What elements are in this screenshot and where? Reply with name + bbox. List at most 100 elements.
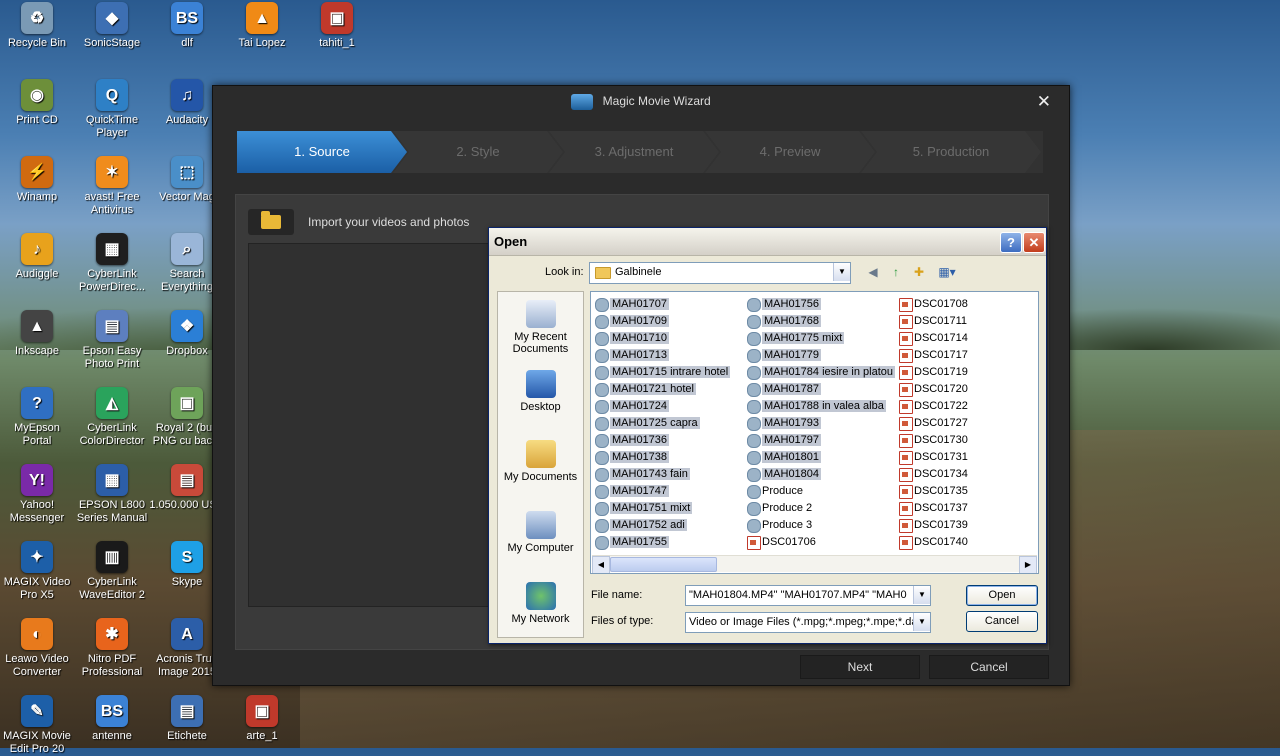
file-item[interactable]: MAH01755 — [593, 534, 730, 551]
desktop-icon-cyberlink-colordirector[interactable]: ◭ CyberLink ColorDirector — [74, 387, 150, 448]
file-item[interactable]: DSC01737 — [897, 500, 968, 517]
file-item[interactable]: DSC01714 — [897, 330, 968, 347]
desktop-icon-recycle-bin[interactable]: ♻ Recycle Bin — [0, 2, 75, 50]
file-item[interactable]: MAH01709 — [593, 313, 730, 330]
file-item[interactable]: MAH01715 intrare hotel — [593, 364, 731, 381]
desktop-icon-etichete[interactable]: ▤ Etichete — [149, 695, 225, 743]
file-item[interactable]: MAH01788 in valea alba — [745, 398, 895, 415]
view-menu-icon[interactable]: ▦▾ — [935, 264, 959, 280]
file-item[interactable]: MAH01721 hotel — [593, 381, 730, 398]
step-production[interactable]: 5. Production — [861, 131, 1041, 173]
file-item[interactable]: DSC01706 — [745, 534, 895, 551]
file-name-input[interactable]: "MAH01804.MP4" "MAH01707.MP4" "MAH0 ▼ — [685, 585, 931, 606]
import-media-button[interactable] — [248, 209, 294, 235]
file-item[interactable]: MAH01793 — [745, 415, 895, 432]
next-button[interactable]: Next — [800, 655, 920, 679]
file-item[interactable]: Produce 3 — [745, 517, 895, 534]
desktop-icon-audiggle[interactable]: ♪ Audiggle — [0, 233, 75, 281]
file-item[interactable]: MAH01752 adi — [593, 517, 730, 534]
desktop-icon-avast-free-antivirus[interactable]: ✶ avast! Free Antivirus — [74, 156, 150, 217]
file-item[interactable]: MAH01747 — [593, 483, 730, 500]
file-item[interactable]: DSC01722 — [897, 398, 968, 415]
file-item[interactable]: Produce — [745, 483, 895, 500]
place-my-documents[interactable]: My Documents — [498, 440, 583, 483]
scroll-left-icon[interactable]: ◀ — [592, 556, 610, 573]
file-item[interactable]: DSC01719 — [897, 364, 968, 381]
file-item[interactable]: DSC01735 — [897, 483, 968, 500]
chevron-down-icon[interactable]: ▼ — [833, 263, 850, 281]
desktop-icon-dlf[interactable]: BS dlf — [149, 2, 225, 50]
desktop-icon-print-cd[interactable]: ◉ Print CD — [0, 79, 75, 127]
file-item[interactable]: MAH01710 — [593, 330, 730, 347]
file-item[interactable]: MAH01779 — [745, 347, 895, 364]
file-item[interactable]: MAH01768 — [745, 313, 895, 330]
file-item[interactable]: MAH01751 mixt — [593, 500, 730, 517]
new-folder-icon[interactable]: ✚ — [911, 264, 927, 280]
file-item[interactable]: MAH01736 — [593, 432, 730, 449]
file-item[interactable]: DSC01720 — [897, 381, 968, 398]
dialog-cancel-button[interactable]: Cancel — [966, 611, 1038, 632]
back-icon[interactable]: ◀ — [865, 264, 881, 280]
file-item[interactable]: DSC01727 — [897, 415, 968, 432]
desktop-icon-sonicstage[interactable]: ◆ SonicStage — [74, 2, 150, 50]
desktop-icon-yahoo-messenger[interactable]: Y! Yahoo! Messenger — [0, 464, 75, 525]
chevron-down-icon[interactable]: ▼ — [913, 586, 930, 604]
scrollbar-thumb[interactable] — [610, 557, 717, 572]
desktop-icon-magix-video-pro-x5[interactable]: ✦ MAGIX Video Pro X5 — [0, 541, 75, 602]
place-my-computer[interactable]: My Computer — [498, 511, 583, 554]
chevron-down-icon[interactable]: ▼ — [913, 613, 930, 631]
step-adjustment[interactable]: 3. Adjustment — [549, 131, 719, 173]
step-preview[interactable]: 4. Preview — [705, 131, 875, 173]
look-in-dropdown[interactable]: Galbinele ▼ — [589, 262, 851, 284]
wizard-cancel-button[interactable]: Cancel — [929, 655, 1049, 679]
step-style[interactable]: 2. Style — [393, 131, 563, 173]
desktop-icon-winamp[interactable]: ⚡ Winamp — [0, 156, 75, 204]
desktop-icon-tahiti-1[interactable]: ▣ tahiti_1 — [299, 2, 375, 50]
open-button[interactable]: Open — [966, 585, 1038, 606]
dialog-close-button[interactable]: ✕ — [1023, 232, 1045, 253]
file-item[interactable]: DSC01717 — [897, 347, 968, 364]
file-item[interactable]: DSC01734 — [897, 466, 968, 483]
desktop-icon-arte-1[interactable]: ▣ arte_1 — [224, 695, 300, 743]
file-item[interactable]: DSC01739 — [897, 517, 968, 534]
file-item[interactable]: DSC01711 — [897, 313, 968, 330]
file-item[interactable]: DSC01740 — [897, 534, 968, 551]
scroll-right-icon[interactable]: ▶ — [1019, 556, 1037, 573]
file-type-select[interactable]: Video or Image Files (*.mpg;*.mpeg;*.mpe… — [685, 612, 931, 633]
wizard-close-button[interactable]: ✕ — [1037, 92, 1051, 112]
place-desktop[interactable]: Desktop — [498, 370, 583, 413]
file-item[interactable]: MAH01804 — [745, 466, 895, 483]
desktop-icon-quicktime-player[interactable]: Q QuickTime Player — [74, 79, 150, 140]
file-item[interactable]: DSC01731 — [897, 449, 968, 466]
horizontal-scrollbar[interactable]: ◀ ▶ — [592, 555, 1037, 573]
file-item[interactable]: MAH01787 — [745, 381, 895, 398]
desktop-icon-nitro-pdf-professional[interactable]: ✱ Nitro PDF Professional — [74, 618, 150, 679]
file-list[interactable]: MAH01707 MAH01709 MAH01710 MAH01713 MAH01715… — [590, 291, 1039, 574]
desktop-icon-tai-lopez[interactable]: ▲ Tai Lopez — [224, 2, 300, 50]
step-source[interactable]: 1. Source — [237, 131, 407, 173]
file-item[interactable]: MAH01738 — [593, 449, 730, 466]
desktop-icon-leawo-video-converter[interactable]: ◐ Leawo Video Converter — [0, 618, 75, 679]
desktop-icon-epson-l800-series-manual[interactable]: ▦ EPSON L800 Series Manual — [74, 464, 150, 525]
desktop-icon-cyberlink-waveeditor-2[interactable]: ▥ CyberLink WaveEditor 2 — [74, 541, 150, 602]
file-item[interactable]: MAH01775 mixt — [745, 330, 895, 347]
desktop-icon-cyberlink-powerdirec[interactable]: ▦ CyberLink PowerDirec... — [74, 233, 150, 294]
desktop-icon-antenne[interactable]: BS antenne — [74, 695, 150, 743]
desktop-icon-magix-movie-edit-pro-20[interactable]: ✎ MAGIX Movie Edit Pro 20 — [0, 695, 75, 756]
desktop-icon-epson-easy-photo-print[interactable]: ▤ Epson Easy Photo Print — [74, 310, 150, 371]
desktop-icon-myepson-portal[interactable]: ? MyEpson Portal — [0, 387, 75, 448]
help-button[interactable]: ? — [1000, 232, 1022, 253]
desktop-icon-inkscape[interactable]: ▲ Inkscape — [0, 310, 75, 358]
place-my-recent-documents[interactable]: My Recent Documents — [498, 300, 583, 355]
file-item[interactable]: DSC01708 — [897, 296, 968, 313]
file-item[interactable]: MAH01724 — [593, 398, 730, 415]
file-item[interactable]: DSC01730 — [897, 432, 968, 449]
file-item[interactable]: MAH01797 — [745, 432, 895, 449]
file-item[interactable]: MAH01784 iesire in platou — [745, 364, 896, 381]
media-list-area[interactable] — [248, 243, 492, 607]
file-item[interactable]: MAH01713 — [593, 347, 730, 364]
file-item[interactable]: MAH01725 capra — [593, 415, 730, 432]
file-item[interactable]: MAH01743 fain — [593, 466, 730, 483]
file-item[interactable]: MAH01801 — [745, 449, 895, 466]
file-item[interactable]: Produce 2 — [745, 500, 895, 517]
